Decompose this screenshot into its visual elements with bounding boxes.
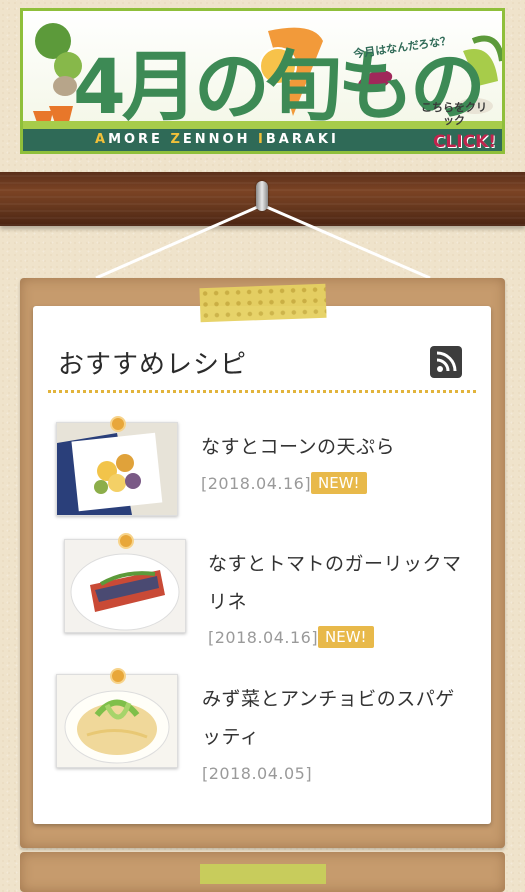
pin-icon — [110, 668, 126, 684]
recipe-date: [2018.04.05] — [202, 764, 313, 783]
dish-image-icon — [65, 540, 185, 632]
pin-icon — [110, 416, 126, 432]
recipe-item[interactable]: みず菜とアンチョビのスパゲ ッティ [2018.04.05] — [56, 668, 476, 790]
rss-glyph-icon — [436, 351, 457, 372]
recipe-title: なすとコーンの天ぷら — [201, 436, 396, 458]
caption-i: I — [258, 132, 266, 147]
caption-a: A — [95, 132, 109, 147]
recipe-title-line1: みず菜とアンチョビのスパゲ — [202, 688, 455, 710]
dish-image-icon — [57, 423, 177, 515]
dish-image-icon — [57, 675, 177, 767]
pin-icon — [118, 533, 134, 549]
new-badge: NEW! — [311, 472, 367, 494]
section-title: おすすめレシピ — [58, 350, 248, 380]
recipe-date: [2018.04.16] — [208, 628, 319, 647]
hook-icon — [256, 181, 268, 211]
recipe-item[interactable]: なすとトマトのガーリックマ リネ [2018.04.16] NEW! — [64, 533, 484, 655]
tape-decoration — [200, 864, 326, 884]
caption-zennoh: ENNOH — [182, 132, 259, 147]
banner-cta-text: こちらをクリック — [421, 101, 487, 127]
recipe-title-line1: なすとトマトのガーリックマ — [208, 553, 462, 575]
new-badge: NEW! — [318, 626, 374, 648]
tape-decoration — [199, 283, 327, 323]
recipe-thumbnail — [56, 422, 178, 516]
monthly-produce-banner[interactable]: 4月の旬もの 今月はなんだろな？ AMORE ZENNOH IBARAKI こち… — [20, 8, 505, 154]
recipe-item[interactable]: なすとコーンの天ぷら [2018.04.16] NEW! — [56, 416, 476, 520]
recipe-title-line2: リネ — [208, 591, 248, 613]
banner-caption: AMORE ZENNOH IBARAKI — [95, 132, 339, 147]
caption-baraki: BARAKI — [265, 132, 339, 147]
banner-click-label[interactable]: CLICK! — [433, 132, 496, 151]
rss-icon[interactable] — [430, 346, 462, 378]
dotted-divider — [48, 390, 476, 393]
recipe-thumbnail — [56, 674, 178, 768]
recipe-title-line2: ッティ — [202, 726, 260, 748]
recipe-thumbnail — [64, 539, 186, 633]
caption-z: Z — [170, 132, 183, 147]
recipe-date: [2018.04.16] — [201, 474, 312, 493]
caption-more: MORE — [108, 132, 171, 147]
